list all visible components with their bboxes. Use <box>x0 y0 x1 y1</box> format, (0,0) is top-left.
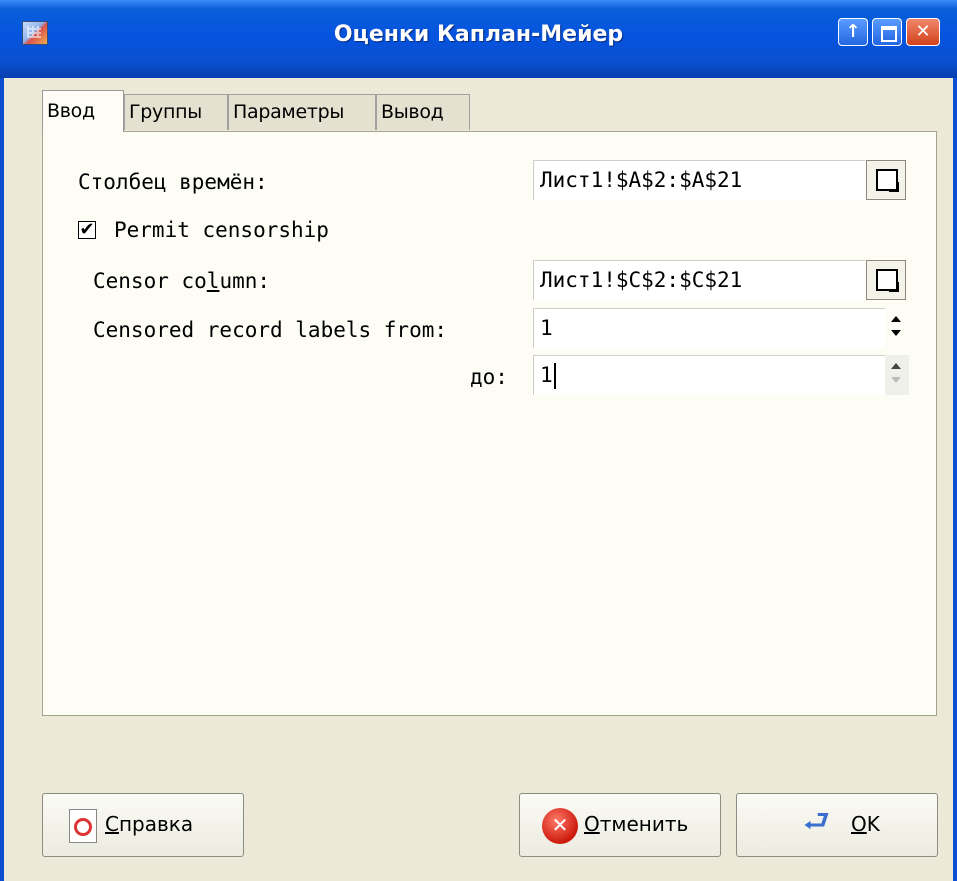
censor-column-field[interactable]: Лист1!$C$2:$C$21 <box>533 260 865 300</box>
censor-column-label-post: umn: <box>219 269 271 293</box>
help-mnemonic: С <box>105 812 119 836</box>
tab-parameters[interactable]: Параметры <box>228 94 376 130</box>
tab-groups[interactable]: Группы <box>124 94 228 130</box>
censored-from-spinner[interactable]: 1 <box>533 308 885 348</box>
title-bar[interactable]: Оценки Каплан-Мейер ↑ ✕ <box>0 0 957 78</box>
permit-censorship-checkbox[interactable]: ✔ <box>78 221 96 239</box>
spin-down-icon[interactable] <box>891 377 901 383</box>
tab-output[interactable]: Вывод <box>376 94 470 130</box>
times-column-field[interactable]: Лист1!$A$2:$A$21 <box>533 160 865 200</box>
help-icon <box>69 809 97 843</box>
kaplan-meier-dialog: Оценки Каплан-Мейер ↑ ✕ Ввод Группы Пара… <box>0 0 957 881</box>
spin-down-icon[interactable] <box>891 330 901 336</box>
spin-up-icon[interactable] <box>891 363 901 369</box>
censored-to-label: до: <box>470 365 508 389</box>
ok-mnemonic: O <box>851 812 867 836</box>
ok-button-label: OK <box>851 812 880 836</box>
cancel-icon: ✕ <box>542 808 578 844</box>
close-button[interactable]: ✕ <box>906 18 940 46</box>
ok-button[interactable]: ⮐ OK <box>736 793 938 857</box>
roll-up-button[interactable]: ↑ <box>838 18 868 46</box>
censor-column-label-pre: Censor co <box>93 269 207 293</box>
cancel-button[interactable]: ✕ Отменить <box>519 793 721 857</box>
window-title: Оценки Каплан-Мейер <box>333 22 624 47</box>
window-frame-right <box>953 78 957 881</box>
range-selector-icon[interactable] <box>866 160 906 200</box>
cancel-mnemonic: О <box>584 812 600 836</box>
censored-from-label: Censored record labels from: <box>93 318 448 342</box>
censored-to-spinner[interactable]: 1 <box>533 355 885 395</box>
times-column-label: Столбец времён: <box>78 170 268 194</box>
spin-up-icon[interactable] <box>891 316 901 322</box>
enter-arrow-icon: ⮐ <box>803 804 830 839</box>
window-frame-left <box>0 78 4 881</box>
censored-to-spin-arrows[interactable] <box>885 355 909 395</box>
permit-censorship-label[interactable]: Permit censorship <box>114 218 329 242</box>
censor-column-label: Censor column: <box>93 269 270 293</box>
help-button-label: Справка <box>105 812 193 836</box>
tab-input[interactable]: Ввод <box>42 90 124 132</box>
help-button[interactable]: Справка <box>42 793 244 857</box>
text-caret <box>553 363 556 389</box>
censor-column-label-mnemonic: l <box>206 269 220 293</box>
maximize-button[interactable] <box>872 18 902 46</box>
censored-from-spin-arrows[interactable] <box>885 308 909 348</box>
cancel-button-label: Отменить <box>584 812 688 836</box>
help-label-rest: правка <box>118 812 194 836</box>
ok-label-rest: K <box>866 812 880 836</box>
range-selector-icon[interactable] <box>866 260 906 300</box>
cancel-label-rest: тменить <box>599 812 689 836</box>
censored-to-value: 1 <box>540 363 553 387</box>
